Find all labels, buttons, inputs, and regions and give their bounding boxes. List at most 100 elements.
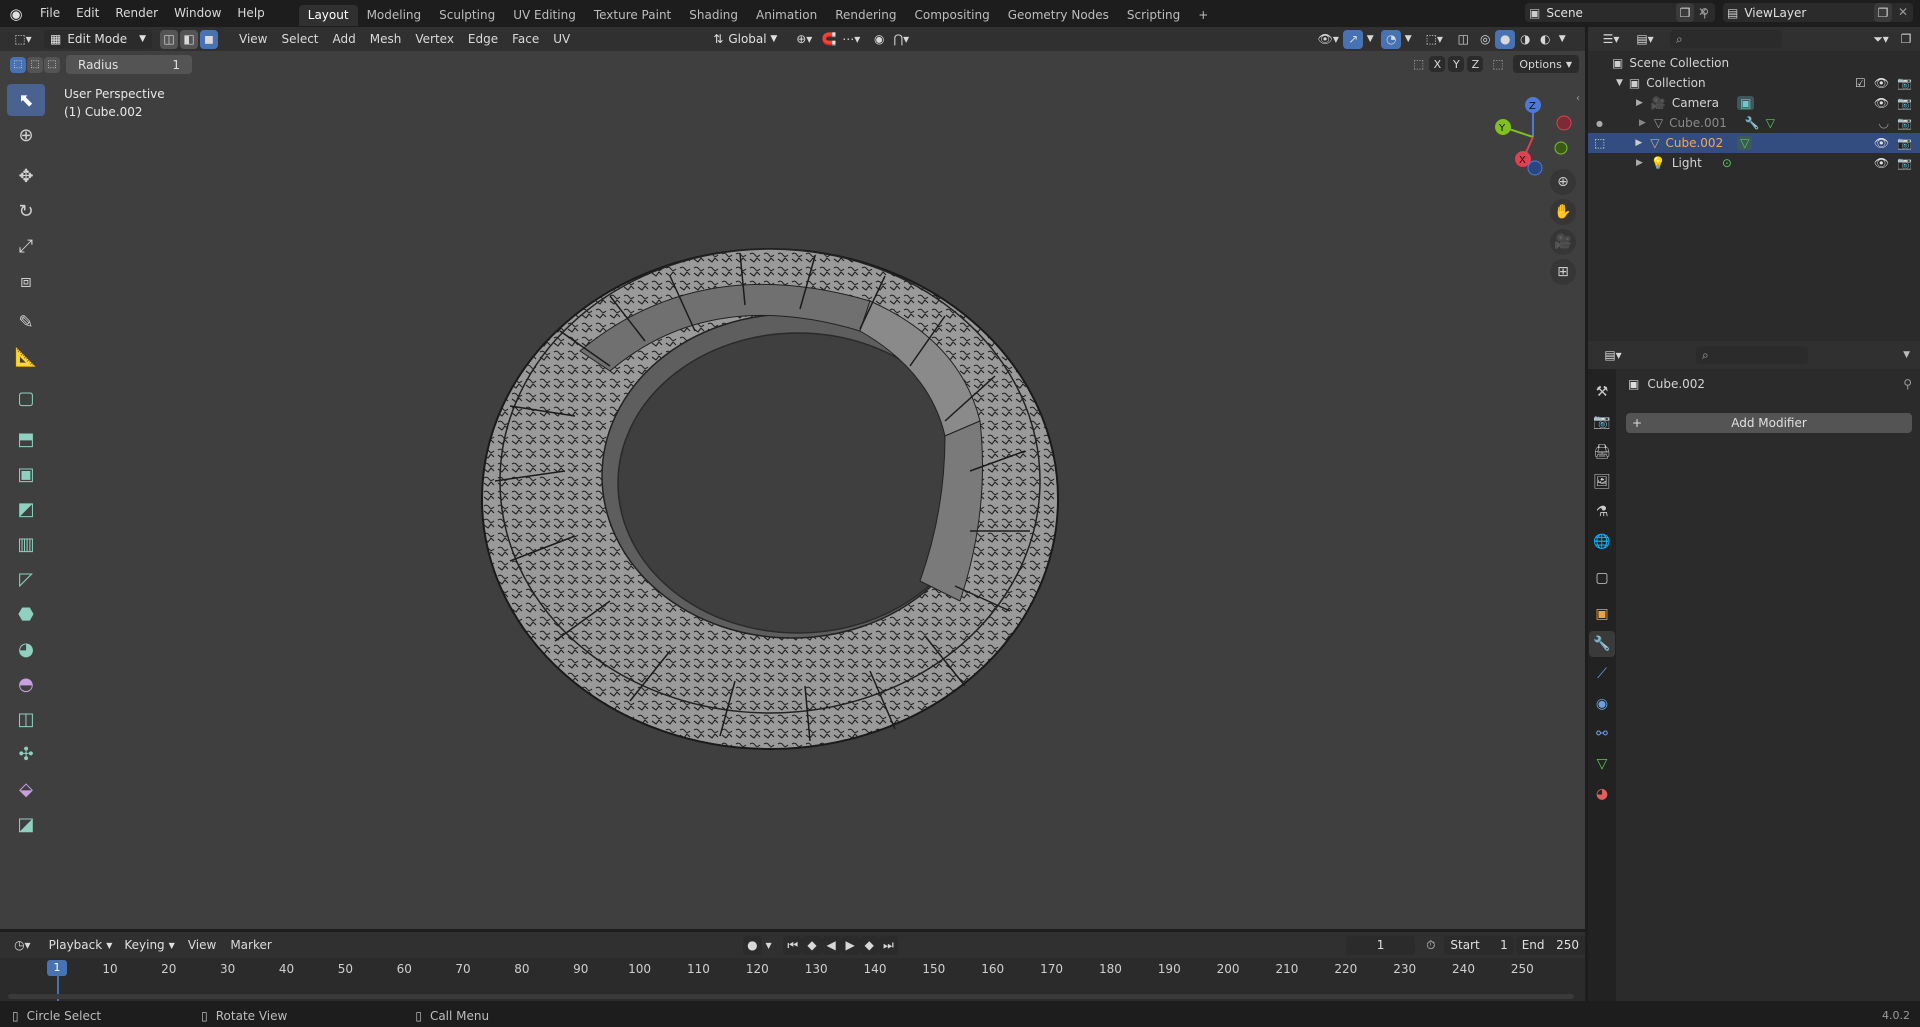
auto-merge-icon[interactable]: ⬚ bbox=[1492, 57, 1503, 71]
mode-dot-icon[interactable]: ● bbox=[1596, 119, 1603, 128]
tab-animation[interactable]: Animation bbox=[747, 5, 826, 26]
material-tab-icon[interactable]: ◕ bbox=[1589, 781, 1615, 807]
select-extend-icon[interactable]: ⬚ bbox=[27, 56, 43, 73]
select-new-icon[interactable]: ⬚ bbox=[10, 56, 26, 73]
delete-view-layer-icon[interactable]: ✕ bbox=[1898, 5, 1908, 19]
end-frame-field[interactable]: End 250 bbox=[1515, 935, 1586, 955]
new-collection-icon[interactable]: ❐ bbox=[1896, 30, 1916, 49]
jump-end-icon[interactable]: ⏭ bbox=[878, 935, 898, 955]
mesh-edit-overlay-icon[interactable]: ⬚▾ bbox=[1419, 30, 1449, 49]
start-frame-field[interactable]: Start 1 bbox=[1444, 935, 1514, 955]
eye-icon[interactable]: 👁 bbox=[1874, 156, 1889, 170]
viewport-menu-select[interactable]: Select bbox=[274, 27, 325, 51]
inset-tool-icon[interactable]: ▣ bbox=[7, 458, 45, 490]
bevel-tool-icon[interactable]: ◩ bbox=[7, 493, 45, 525]
move-tool-icon[interactable]: ✥ bbox=[7, 160, 45, 192]
viewport-menu-add[interactable]: Add bbox=[326, 27, 363, 51]
gizmo-neg-x[interactable] bbox=[1556, 115, 1572, 131]
gizmo-neg-z[interactable] bbox=[1527, 160, 1543, 176]
blender-logo-icon[interactable]: ◉ bbox=[0, 0, 32, 27]
record-icon[interactable]: ● bbox=[742, 935, 762, 955]
viewport-menu-view[interactable]: View bbox=[232, 27, 274, 51]
eye-icon[interactable]: 👁 bbox=[1874, 76, 1889, 90]
delete-scene-icon[interactable]: ✕ bbox=[1698, 5, 1708, 19]
properties-editor-type-icon[interactable]: ▤▾ bbox=[1598, 346, 1628, 365]
tool-tab-icon[interactable]: ⚒ bbox=[1589, 379, 1615, 405]
tab-scripting[interactable]: Scripting bbox=[1118, 5, 1189, 26]
physics-tab-icon[interactable]: ◉ bbox=[1589, 691, 1615, 717]
timeline-scrollbar[interactable] bbox=[8, 994, 1574, 999]
proportional-edit-icon[interactable]: ◉ bbox=[869, 30, 889, 49]
display-mode-icon[interactable]: ▤▾ bbox=[1630, 30, 1660, 49]
data-tab-icon[interactable]: ▽ bbox=[1589, 751, 1615, 777]
tab-sculpting[interactable]: Sculpting bbox=[430, 5, 504, 26]
constraints-tab-icon[interactable]: ⚯ bbox=[1589, 721, 1615, 747]
collection-row[interactable]: ▼ ▣ Collection ☑ 👁 📷 bbox=[1588, 73, 1920, 93]
particles-tab-icon[interactable]: ⟋ bbox=[1589, 661, 1615, 687]
solid-shading-icon[interactable]: ● bbox=[1495, 29, 1516, 49]
select-subtract-icon[interactable]: ⬚ bbox=[44, 56, 60, 73]
mirror-x-button[interactable]: X bbox=[1429, 56, 1446, 72]
edge-select-icon[interactable]: ◧ bbox=[180, 29, 198, 49]
rendered-shading-icon[interactable]: ◐ bbox=[1535, 30, 1555, 49]
ring-mesh-model[interactable] bbox=[440, 181, 1060, 781]
expand-arrow-icon[interactable]: ▼ bbox=[1616, 78, 1623, 88]
tab-rendering[interactable]: Rendering bbox=[826, 5, 905, 26]
camera-render-icon[interactable]: 📷 bbox=[1897, 156, 1912, 170]
rotate-tool-icon[interactable]: ↻ bbox=[7, 195, 45, 227]
menu-help[interactable]: Help bbox=[229, 0, 272, 27]
chevron-down-icon[interactable]: ▼ bbox=[1555, 30, 1569, 49]
edit-mode-toggle-icon[interactable]: ⬚ bbox=[1594, 136, 1605, 150]
vertex-select-icon[interactable]: ◫ bbox=[160, 29, 178, 49]
play-icon[interactable]: ▶ bbox=[840, 935, 860, 955]
outliner-row-camera[interactable]: ▶ 🎥 Camera ▣ 👁 📷 bbox=[1588, 93, 1920, 113]
xray-icon[interactable]: ◫ bbox=[1453, 30, 1473, 49]
camera-render-icon[interactable]: 📷 bbox=[1897, 116, 1912, 130]
navigation-gizmo[interactable]: Z Y X bbox=[1487, 91, 1577, 181]
output-tab-icon[interactable]: 🖨 bbox=[1589, 439, 1615, 465]
outliner-row-cube002[interactable]: ⬚ ▶ ▽ Cube.002 ▽ 👁 📷 bbox=[1588, 133, 1920, 153]
shrink-fatten-tool-icon[interactable]: ✣ bbox=[7, 738, 45, 770]
outliner-row-light[interactable]: ▶ 💡 Light ⊙ 👁 📷 bbox=[1588, 153, 1920, 173]
menu-edit[interactable]: Edit bbox=[68, 0, 107, 27]
snap-icon[interactable]: 🧲 bbox=[819, 30, 839, 49]
viewport-menu-edge[interactable]: Edge bbox=[461, 27, 505, 51]
gizmo-toggle-icon[interactable]: ↗ bbox=[1343, 29, 1364, 49]
sidebar-toggle-icon[interactable]: ‹ bbox=[1576, 93, 1580, 104]
tab-shading[interactable]: Shading bbox=[680, 5, 747, 26]
zoom-icon[interactable]: ⊕ bbox=[1550, 169, 1576, 195]
poly-build-tool-icon[interactable]: ⬣ bbox=[7, 598, 45, 630]
perspective-toggle-icon[interactable]: ⊞ bbox=[1550, 259, 1576, 285]
menu-file[interactable]: File bbox=[32, 0, 68, 27]
checkbox-icon[interactable]: ☑ bbox=[1855, 76, 1866, 90]
stopwatch-icon[interactable]: ⏱ bbox=[1421, 936, 1440, 955]
scene-collection-row[interactable]: ▣ Scene Collection bbox=[1588, 53, 1920, 73]
collection-tab-icon[interactable]: ▢ bbox=[1589, 565, 1615, 591]
menu-window[interactable]: Window bbox=[166, 0, 229, 27]
camera-view-icon[interactable]: 🎥 bbox=[1550, 229, 1576, 255]
wireframe-shading-icon[interactable]: ◎ bbox=[1475, 30, 1495, 49]
spin-tool-icon[interactable]: ◕ bbox=[7, 633, 45, 665]
transform-tool-icon[interactable]: ⧈ bbox=[7, 265, 45, 297]
filter-icon[interactable]: ⏷▾ bbox=[1866, 30, 1896, 49]
tab-texture-paint[interactable]: Texture Paint bbox=[585, 5, 680, 26]
3d-viewport[interactable]: ⬚ ⬚ ⬚ Radius 1 ⬚ X Y Z ⬚ Options ▼ User … bbox=[0, 51, 1585, 929]
viewport-menu-uv[interactable]: UV bbox=[546, 27, 577, 51]
hidden-eye-icon[interactable]: ◡ bbox=[1879, 116, 1889, 130]
playback-menu[interactable]: Playback ▼ bbox=[43, 936, 119, 955]
material-shading-icon[interactable]: ◑ bbox=[1515, 30, 1535, 49]
new-scene-icon[interactable]: ❐ bbox=[1676, 3, 1694, 22]
timeline-area[interactable]: 10 20 30 40 50 60 70 80 90 100 110 120 130 140 150 160 1… bbox=[0, 958, 1585, 1001]
pin-icon[interactable]: ⚲ bbox=[1903, 377, 1912, 391]
mirror-z-button[interactable]: Z bbox=[1467, 56, 1484, 72]
chevron-down-icon[interactable]: ▼ bbox=[1903, 350, 1910, 360]
tab-layout[interactable]: Layout bbox=[298, 4, 358, 26]
menu-render[interactable]: Render bbox=[107, 0, 166, 27]
tab-uv-editing[interactable]: UV Editing bbox=[504, 5, 585, 26]
annotate-tool-icon[interactable]: ✎ bbox=[7, 306, 45, 338]
snap-target-icon[interactable]: ⋯▾ bbox=[839, 30, 863, 49]
outliner-editor-type-icon[interactable]: ☰▾ bbox=[1596, 30, 1626, 49]
tab-compositing[interactable]: Compositing bbox=[905, 5, 998, 26]
camera-render-icon[interactable]: 📷 bbox=[1897, 136, 1912, 150]
play-reverse-icon[interactable]: ◀ bbox=[821, 935, 841, 955]
